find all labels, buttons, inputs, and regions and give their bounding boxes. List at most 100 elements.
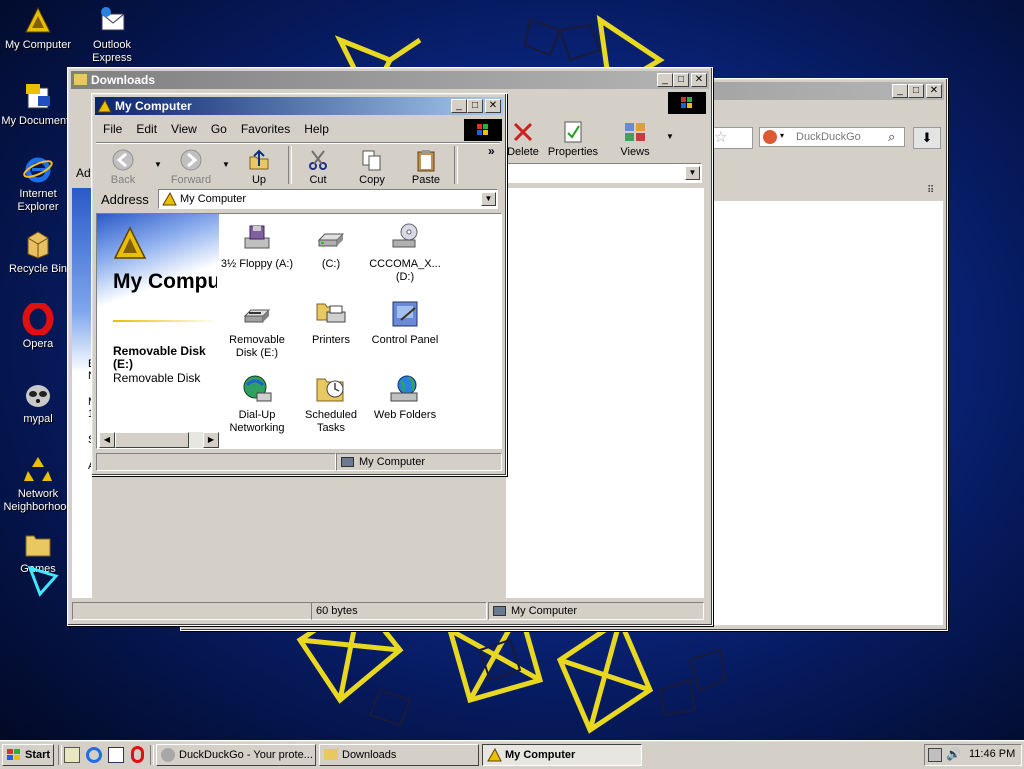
my-computer-icon bbox=[487, 748, 502, 762]
tray-speaker-icon[interactable]: 🔊 bbox=[946, 747, 961, 761]
menu-favorites[interactable]: Favorites bbox=[234, 122, 297, 136]
desktop-icon-network-neighborhood[interactable]: Network Neighborhood bbox=[0, 453, 76, 514]
quick-launch-show-desktop-icon[interactable] bbox=[64, 747, 80, 763]
drive-item-removable-e[interactable]: Removable Disk (E:) bbox=[217, 298, 297, 360]
cut-button[interactable]: Cut bbox=[291, 148, 345, 186]
menu-help[interactable]: Help bbox=[297, 122, 336, 136]
views-icon bbox=[623, 120, 647, 144]
downloads-address-bar[interactable]: ▼ bbox=[506, 163, 702, 183]
copy-button[interactable]: Copy bbox=[345, 148, 399, 186]
recycle-bin-icon bbox=[22, 228, 54, 260]
my-computer-maximize-button[interactable]: □ bbox=[467, 99, 483, 113]
downloads-status-zone: My Computer bbox=[488, 602, 704, 620]
quick-launch-separator bbox=[58, 745, 62, 765]
clock[interactable]: 11:46 PM bbox=[969, 748, 1015, 760]
browser-toolbar: ☆ ▾ DuckDuckGo ⌕ ⬇ bbox=[711, 123, 943, 151]
taskbar-item-duckduckgo[interactable]: DuckDuckGo - Your prote... bbox=[156, 744, 316, 766]
paste-button[interactable]: Paste bbox=[399, 148, 453, 186]
folder-view[interactable]: My Compute Removable Disk (E:) Removable… bbox=[96, 213, 502, 449]
downloads-close-button[interactable]: ✕ bbox=[691, 73, 707, 87]
taskbar: Start DuckDuckGo - Your prote... Downloa… bbox=[0, 740, 1024, 769]
forward-button[interactable]: Forward bbox=[164, 148, 218, 186]
my-documents-icon bbox=[22, 80, 54, 112]
quick-launch-internet-explorer-icon[interactable] bbox=[86, 747, 102, 763]
folder-item-scheduled-tasks[interactable]: Scheduled Tasks bbox=[291, 373, 371, 435]
up-button[interactable]: Up bbox=[232, 148, 286, 186]
folder-item-printers[interactable]: Printers bbox=[291, 298, 371, 347]
back-button[interactable]: Back bbox=[96, 148, 150, 186]
browser-search-box[interactable]: ▾ DuckDuckGo ⌕ bbox=[759, 127, 905, 147]
browser-close-button[interactable]: ✕ bbox=[926, 84, 942, 98]
scroll-left-button[interactable]: ◀ bbox=[99, 432, 115, 448]
address-dropdown-button[interactable]: ▼ bbox=[481, 192, 496, 206]
menu-go[interactable]: Go bbox=[204, 122, 234, 136]
downloads-title-bar[interactable]: Downloads bbox=[71, 71, 709, 89]
browser-maximize-button[interactable]: □ bbox=[908, 84, 924, 98]
downloads-status-pane-1 bbox=[72, 602, 312, 620]
my-computer-close-button[interactable]: ✕ bbox=[485, 99, 501, 113]
computer-icon bbox=[341, 457, 354, 467]
opera-icon bbox=[22, 301, 54, 337]
folder-item-control-panel[interactable]: Control Panel bbox=[365, 298, 445, 347]
address-bar[interactable]: My Computer ▼ bbox=[158, 189, 498, 209]
search-engine-dropdown-icon[interactable]: ▾ bbox=[780, 131, 784, 140]
my-computer-icon bbox=[22, 4, 54, 36]
back-dropdown-icon[interactable]: ▼ bbox=[154, 160, 162, 169]
control-panel-icon bbox=[389, 298, 421, 330]
desktop-icon-my-documents[interactable]: My Documents bbox=[0, 80, 76, 128]
quick-launch-opera-icon[interactable] bbox=[131, 746, 144, 763]
removable-disk-icon bbox=[241, 298, 273, 330]
desktop-icon-recycle-bin[interactable]: Recycle Bin bbox=[0, 228, 76, 276]
scissors-icon bbox=[306, 148, 330, 172]
my-computer-status-pane-1 bbox=[96, 453, 336, 471]
bookmark-star-icon[interactable]: ☆ bbox=[711, 127, 753, 149]
drive-item-floppy-a[interactable]: 3½ Floppy (A:) bbox=[217, 222, 297, 271]
scheduled-tasks-icon bbox=[315, 373, 347, 405]
mouse-cursor-icon bbox=[27, 566, 59, 597]
downloads-minimize-button[interactable]: _ bbox=[657, 73, 673, 87]
toolbar-more-icon[interactable]: » bbox=[488, 144, 495, 158]
copy-icon bbox=[360, 148, 384, 172]
desktop-icon-outlook-express[interactable]: Outlook Express bbox=[74, 4, 150, 65]
toolbar-divider bbox=[96, 142, 500, 144]
my-computer-window[interactable]: My Computer _ □ ✕ File Edit View Go Favo… bbox=[91, 93, 507, 476]
menu-view[interactable]: View bbox=[164, 122, 204, 136]
dial-up-networking-icon bbox=[241, 373, 273, 405]
views-dropdown-icon[interactable]: ▼ bbox=[666, 132, 674, 141]
scroll-right-button[interactable]: ▶ bbox=[203, 432, 219, 448]
search-icon[interactable]: ⌕ bbox=[888, 129, 895, 145]
forward-dropdown-icon[interactable]: ▼ bbox=[222, 160, 230, 169]
scroll-thumb[interactable] bbox=[115, 432, 189, 448]
folder-item-dial-up-networking[interactable]: Dial-Up Networking bbox=[217, 373, 297, 435]
desktop-icon-opera[interactable]: Opera bbox=[0, 301, 76, 351]
horizontal-scrollbar[interactable]: ◀ ▶ bbox=[99, 432, 219, 448]
desktop-icon-internet-explorer[interactable]: Internet Explorer bbox=[0, 153, 76, 214]
folder-item-web-folders[interactable]: Web Folders bbox=[365, 373, 445, 422]
taskbar-item-my-computer[interactable]: My Computer bbox=[482, 744, 642, 766]
downloads-maximize-button[interactable]: □ bbox=[673, 73, 689, 87]
hard-drive-icon bbox=[315, 222, 347, 254]
menu-edit[interactable]: Edit bbox=[129, 122, 164, 136]
menu-file[interactable]: File bbox=[96, 122, 129, 136]
browser-minimize-button[interactable]: _ bbox=[892, 84, 908, 98]
drive-item-c[interactable]: (C:) bbox=[291, 222, 371, 271]
computer-icon bbox=[493, 606, 506, 616]
taskbar-item-downloads[interactable]: Downloads bbox=[319, 744, 479, 766]
my-computer-minimize-button[interactable]: _ bbox=[451, 99, 467, 113]
start-button[interactable]: Start bbox=[2, 744, 54, 766]
tray-network-icon[interactable] bbox=[928, 748, 942, 762]
address-dropdown-button[interactable]: ▼ bbox=[685, 166, 700, 180]
desktop-icon-my-computer[interactable]: My Computer bbox=[0, 4, 76, 52]
forward-arrow-icon bbox=[179, 148, 203, 172]
properties-button[interactable]: Properties bbox=[546, 120, 600, 158]
search-placeholder: DuckDuckGo bbox=[796, 131, 861, 143]
web-view-title-rule bbox=[113, 320, 219, 322]
views-button[interactable]: Views bbox=[608, 120, 662, 158]
my-computer-title-bar[interactable]: My Computer bbox=[95, 97, 503, 115]
delete-icon bbox=[511, 120, 535, 144]
floppy-drive-icon bbox=[241, 222, 273, 254]
download-arrow-icon[interactable]: ⬇ bbox=[913, 127, 941, 149]
drive-item-cd-d[interactable]: CCCOMA_X... (D:) bbox=[365, 222, 445, 284]
quick-launch-outlook-express-icon[interactable] bbox=[108, 747, 124, 763]
desktop-icon-mypal[interactable]: mypal bbox=[0, 378, 76, 426]
